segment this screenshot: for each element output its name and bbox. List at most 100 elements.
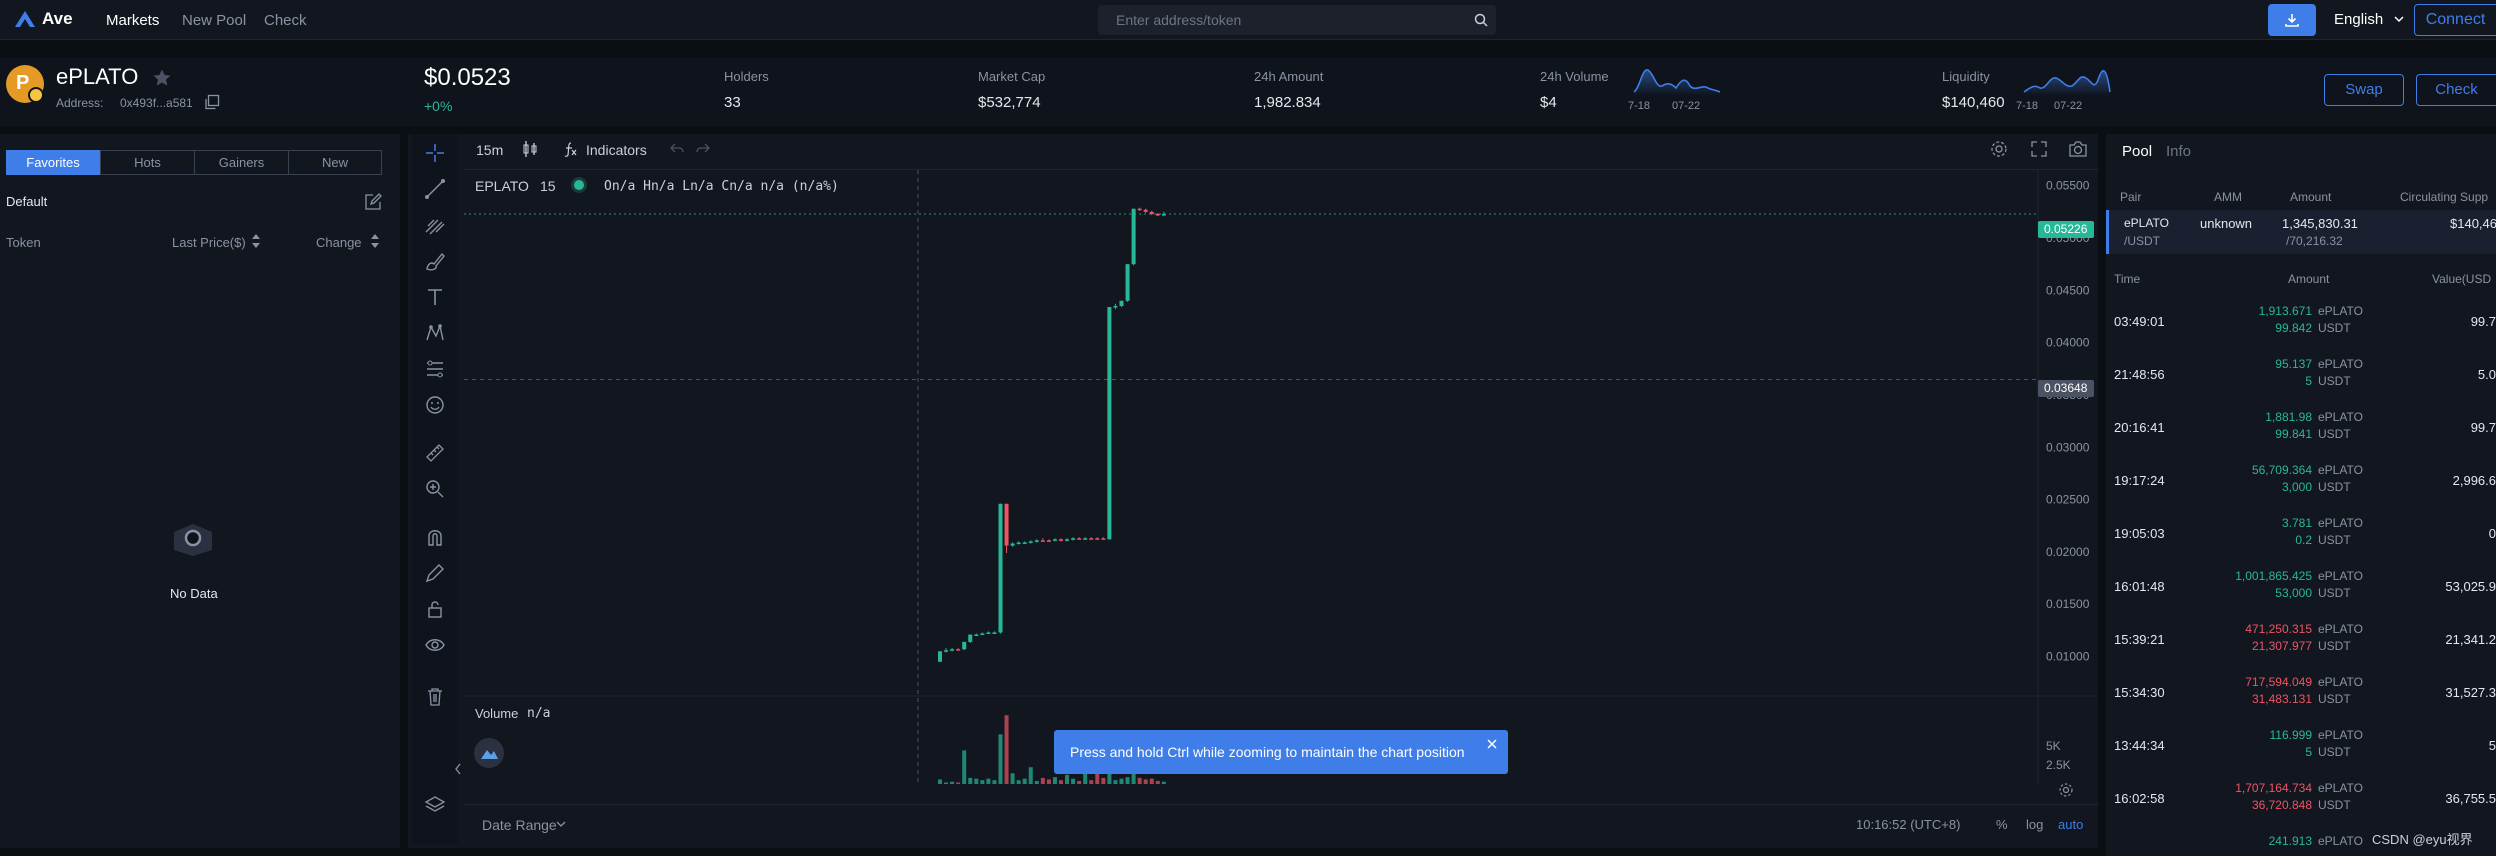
tab-info[interactable]: Info: [2166, 143, 2191, 160]
watchlist-group[interactable]: Default: [6, 194, 47, 209]
indicators-button[interactable]: Indicators: [586, 142, 647, 158]
hide-tool[interactable]: [420, 630, 450, 660]
trade-time: 15:34:30: [2114, 685, 2165, 700]
trade-row[interactable]: 16:01:48 1,001,865.425 ePLATO 53,000 USDT 53,…: [2106, 561, 2496, 614]
language-select[interactable]: English: [2334, 11, 2383, 28]
trade-base: ePLATO: [2318, 728, 2363, 742]
interval-select[interactable]: 15m: [476, 142, 503, 158]
trade-row[interactable]: 19:05:03 3.781 ePLATO 0.2 USDT 0: [2106, 508, 2496, 561]
trade-row[interactable]: 19:17:24 56,709.364 ePLATO 3,000 USDT 2,996.6: [2106, 455, 2496, 508]
search-icon[interactable]: [1474, 13, 1488, 27]
trade-quote: USDT: [2318, 586, 2351, 600]
function-icon[interactable]: [562, 141, 578, 157]
tab-favorites[interactable]: Favorites: [6, 150, 100, 175]
candle-body: [968, 634, 973, 642]
pattern-tool[interactable]: [420, 318, 450, 348]
liquidity-label: Liquidity: [1942, 69, 1990, 84]
candle-body: [1077, 538, 1082, 540]
search-input[interactable]: [1116, 5, 1446, 35]
ruler-tool[interactable]: [420, 438, 450, 468]
axis-settings-icon[interactable]: [2058, 782, 2074, 798]
trade-base: ePLATO: [2318, 410, 2363, 424]
candlestick-chart[interactable]: 0.055000.050000.045000.040000.035000.030…: [464, 170, 2098, 784]
settings-icon[interactable]: [1990, 140, 2008, 158]
trend-line-tool[interactable]: [420, 174, 450, 204]
tab-gainers[interactable]: Gainers: [194, 150, 289, 175]
log-toggle[interactable]: log: [2026, 817, 2043, 832]
close-icon[interactable]: [1486, 738, 1498, 750]
fib-tool[interactable]: [420, 210, 450, 240]
chevron-down-icon[interactable]: [2394, 15, 2404, 23]
market-cap-value: $532,774: [978, 94, 1041, 111]
layers-tool[interactable]: [420, 790, 450, 820]
col-last-price[interactable]: Last Price($): [172, 235, 246, 250]
trade-value: 31,527.3: [2445, 685, 2496, 700]
trade-row[interactable]: 21:48:56 95.137 ePLATO 5 USDT 5.0: [2106, 349, 2496, 402]
copy-icon[interactable]: [204, 94, 220, 110]
trade-row[interactable]: 13:44:34 116.999 ePLATO 5 USDT 5: [2106, 720, 2496, 773]
candle-body: [1161, 213, 1166, 216]
redo-icon[interactable]: [696, 142, 710, 156]
pattern-icon: [426, 323, 444, 341]
magnet-tool[interactable]: [420, 522, 450, 552]
swap-button[interactable]: Swap: [2324, 74, 2404, 106]
trade-row[interactable]: 15:39:21 471,250.315 ePLATO 21,307.977 USDT 2…: [2106, 614, 2496, 667]
candle-body: [1071, 538, 1076, 540]
crosshair-tool[interactable]: [420, 138, 450, 168]
percent-toggle[interactable]: %: [1996, 817, 2008, 832]
camera-icon[interactable]: [2068, 140, 2088, 158]
lock-drawing-tool[interactable]: [420, 558, 450, 588]
sort-icon[interactable]: [251, 233, 261, 249]
volume-bar: [1089, 780, 1094, 784]
candle-body: [956, 649, 961, 651]
nav-markets[interactable]: Markets: [106, 12, 159, 29]
text-tool[interactable]: [420, 282, 450, 312]
trade-amount-token: 95.137: [2275, 357, 2312, 371]
token-address: 0x493f...a581: [120, 96, 193, 110]
download-button[interactable]: [2268, 4, 2316, 36]
star-icon[interactable]: [152, 68, 172, 88]
fullscreen-icon[interactable]: [2030, 140, 2048, 158]
tab-new[interactable]: New: [288, 150, 382, 175]
auto-toggle[interactable]: auto: [2058, 817, 2083, 832]
brush-icon: [426, 252, 445, 271]
edit-icon[interactable]: [364, 193, 382, 211]
sort-icon[interactable]: [370, 233, 380, 249]
brush-tool[interactable]: [420, 246, 450, 276]
delete-tool[interactable]: [420, 682, 450, 712]
col-change[interactable]: Change: [316, 235, 362, 250]
last-price-badge: 0.05226: [2038, 221, 2094, 238]
check-button[interactable]: Check: [2416, 74, 2496, 106]
trade-amount-usdt: 5: [2305, 745, 2312, 759]
trade-row[interactable]: 16:02:58 1,707,164.734 ePLATO 36,720.848 USD…: [2106, 773, 2496, 826]
connect-button[interactable]: Connect: [2414, 4, 2496, 36]
trade-quote: USDT: [2318, 480, 2351, 494]
amount-24h-value: 1,982.834: [1254, 94, 1321, 111]
emoji-tool[interactable]: [420, 390, 450, 420]
volume-24h-label: 24h Volume: [1540, 69, 1609, 84]
chevron-down-icon[interactable]: [556, 820, 566, 828]
trade-value: 21,341.2: [2445, 632, 2496, 647]
undo-icon[interactable]: [670, 142, 684, 156]
lock-tool[interactable]: [420, 594, 450, 624]
tab-hots[interactable]: Hots: [100, 150, 195, 175]
collapse-toolbar-icon[interactable]: [454, 762, 462, 776]
nav-check[interactable]: Check: [264, 12, 307, 29]
date-range-button[interactable]: Date Range: [482, 817, 557, 833]
pool-pair-quote: /USDT: [2124, 234, 2160, 248]
trade-base: ePLATO: [2318, 622, 2363, 636]
prediction-tool[interactable]: [420, 354, 450, 384]
trade-row[interactable]: 20:16:41 1,881.98 ePLATO 99.841 USDT 99.7: [2106, 402, 2496, 455]
volume-bar: [1022, 778, 1027, 784]
zoom-tool[interactable]: [420, 474, 450, 504]
tab-pool[interactable]: Pool: [2122, 143, 2152, 160]
trade-base: ePLATO: [2318, 569, 2363, 583]
trade-amount-usdt: 0.2: [2295, 533, 2312, 547]
trade-time: 13:44:34: [2114, 738, 2165, 753]
candle-body: [1113, 306, 1118, 308]
nav-new-pool[interactable]: New Pool: [182, 12, 246, 29]
candle-type-icon[interactable]: [522, 140, 538, 158]
app-logo[interactable]: Ave: [14, 9, 73, 29]
trade-row[interactable]: 15:34:30 717,594.049 ePLATO 31,483.131 USDT 3…: [2106, 667, 2496, 720]
trade-row[interactable]: 03:49:01 1,913.671 ePLATO 99.842 USDT 99.7: [2106, 296, 2496, 349]
